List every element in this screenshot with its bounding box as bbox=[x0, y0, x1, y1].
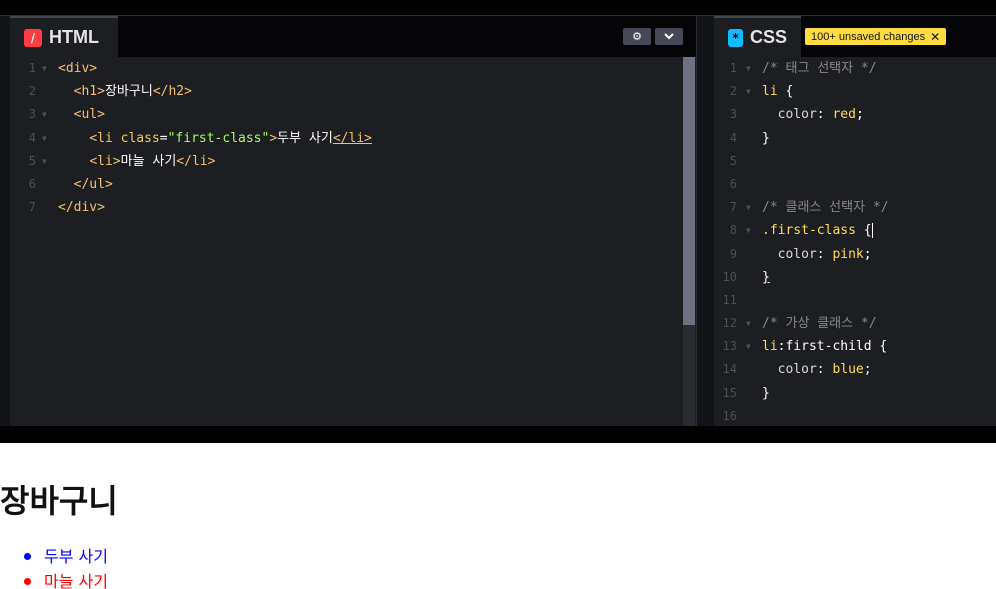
code-line: 7 ▼/* 클래스 선택자 */ bbox=[714, 196, 996, 219]
tab-css-label: CSS bbox=[749, 27, 787, 47]
fold-arrow-icon[interactable]: ▼ bbox=[746, 196, 751, 219]
code-line: 5 bbox=[729, 153, 737, 168]
settings-button[interactable]: ⚙ bbox=[623, 28, 651, 45]
html-pane-header: / HTML ⚙ bbox=[10, 16, 696, 57]
code-line: 6 bbox=[729, 176, 737, 191]
fold-arrow-icon[interactable]: ▼ bbox=[42, 103, 47, 126]
code-line: 3 color: red; bbox=[729, 107, 864, 123]
fold-arrow-icon[interactable]: ▼ bbox=[746, 80, 751, 103]
tab-css[interactable]: * CSS bbox=[714, 16, 801, 57]
unsaved-changes-badge[interactable]: 100+ unsaved changes ✕ bbox=[805, 28, 947, 45]
code-line: 1 ▼/* 태그 선택자 */ bbox=[714, 57, 996, 80]
fold-arrow-icon[interactable]: ▼ bbox=[42, 57, 47, 80]
code-line: 1 ▼ <div> bbox=[10, 57, 696, 80]
bullet-icon bbox=[24, 553, 31, 560]
tab-html-label: HTML bbox=[49, 27, 99, 47]
code-line: 9 color: pink; bbox=[729, 246, 872, 262]
code-line: 3 ▼ <ul> bbox=[10, 103, 696, 126]
code-line: 5 ▼ <li>마늘 사기</li> bbox=[10, 150, 696, 173]
code-line: 12 ▼/* 가상 클래스 */ bbox=[714, 312, 996, 335]
css-editor-pane: * CSS 100+ unsaved changes ✕ 1 ▼/* 태그 선택자… bbox=[714, 16, 996, 426]
editor-area: / HTML ⚙ 1 ▼ <div> 2 <h1>장바구니</h2> 3 ▼ <ul>… bbox=[0, 16, 996, 426]
close-icon[interactable]: ✕ bbox=[930, 30, 940, 44]
gear-icon: ⚙ bbox=[632, 30, 642, 43]
fold-arrow-icon[interactable]: ▼ bbox=[42, 127, 47, 150]
list-item: 마늘 사기 bbox=[0, 569, 108, 589]
fold-arrow-icon[interactable]: ▼ bbox=[746, 335, 751, 358]
scrollbar-thumb[interactable] bbox=[683, 57, 695, 325]
code-line: 2 ▼ li { bbox=[714, 80, 996, 103]
chevron-down-icon bbox=[664, 33, 674, 40]
css-code-editor[interactable]: 1 ▼/* 태그 선택자 */ 2 ▼ li { 3 color: red; 4} 5… bbox=[714, 57, 996, 426]
fold-arrow-icon[interactable]: ▼ bbox=[42, 150, 47, 173]
fold-arrow-icon[interactable]: ▼ bbox=[746, 312, 751, 335]
top-bar bbox=[0, 0, 996, 16]
code-line: 2 <h1>장바구니</h2> bbox=[28, 84, 192, 100]
preview-heading: 장바구니 bbox=[0, 482, 118, 520]
html-icon: / bbox=[24, 28, 42, 47]
fold-arrow-icon[interactable]: ▼ bbox=[746, 219, 751, 242]
css-pane-header: * CSS 100+ unsaved changes ✕ bbox=[714, 16, 996, 57]
result-preview: 장바구니 두부 사기 마늘 사기 bbox=[0, 443, 996, 589]
tab-html[interactable]: / HTML bbox=[10, 16, 118, 57]
code-line: 15} bbox=[722, 385, 770, 401]
preview-list: 두부 사기 마늘 사기 bbox=[0, 544, 108, 589]
preview-resize-bar[interactable] bbox=[0, 426, 996, 443]
list-item: 두부 사기 bbox=[0, 544, 108, 569]
code-line: 16 bbox=[722, 408, 737, 423]
code-line: 7 </div> bbox=[28, 200, 105, 216]
code-line: 8 ▼ .first-class { bbox=[714, 219, 996, 242]
html-code-editor[interactable]: 1 ▼ <div> 2 <h1>장바구니</h2> 3 ▼ <ul> 4 ▼ <li c… bbox=[10, 57, 696, 426]
code-line: 14 color: blue; bbox=[722, 362, 872, 378]
fold-arrow-icon[interactable]: ▼ bbox=[746, 57, 751, 80]
css-icon: * bbox=[728, 28, 743, 47]
collapse-button[interactable] bbox=[655, 28, 683, 45]
code-line: 11 bbox=[722, 292, 737, 307]
code-line: 4 ▼ <li class="first-class">두부 사기</li> bbox=[10, 127, 696, 150]
code-line: 4} bbox=[729, 130, 770, 146]
code-line: 10} bbox=[722, 269, 770, 285]
bullet-icon bbox=[24, 578, 31, 585]
html-editor-pane: / HTML ⚙ 1 ▼ <div> 2 <h1>장바구니</h2> 3 ▼ <ul>… bbox=[0, 16, 696, 426]
code-line: 6 </ul> bbox=[28, 176, 113, 192]
code-line: 13 ▼ li:first-child { bbox=[714, 335, 996, 358]
